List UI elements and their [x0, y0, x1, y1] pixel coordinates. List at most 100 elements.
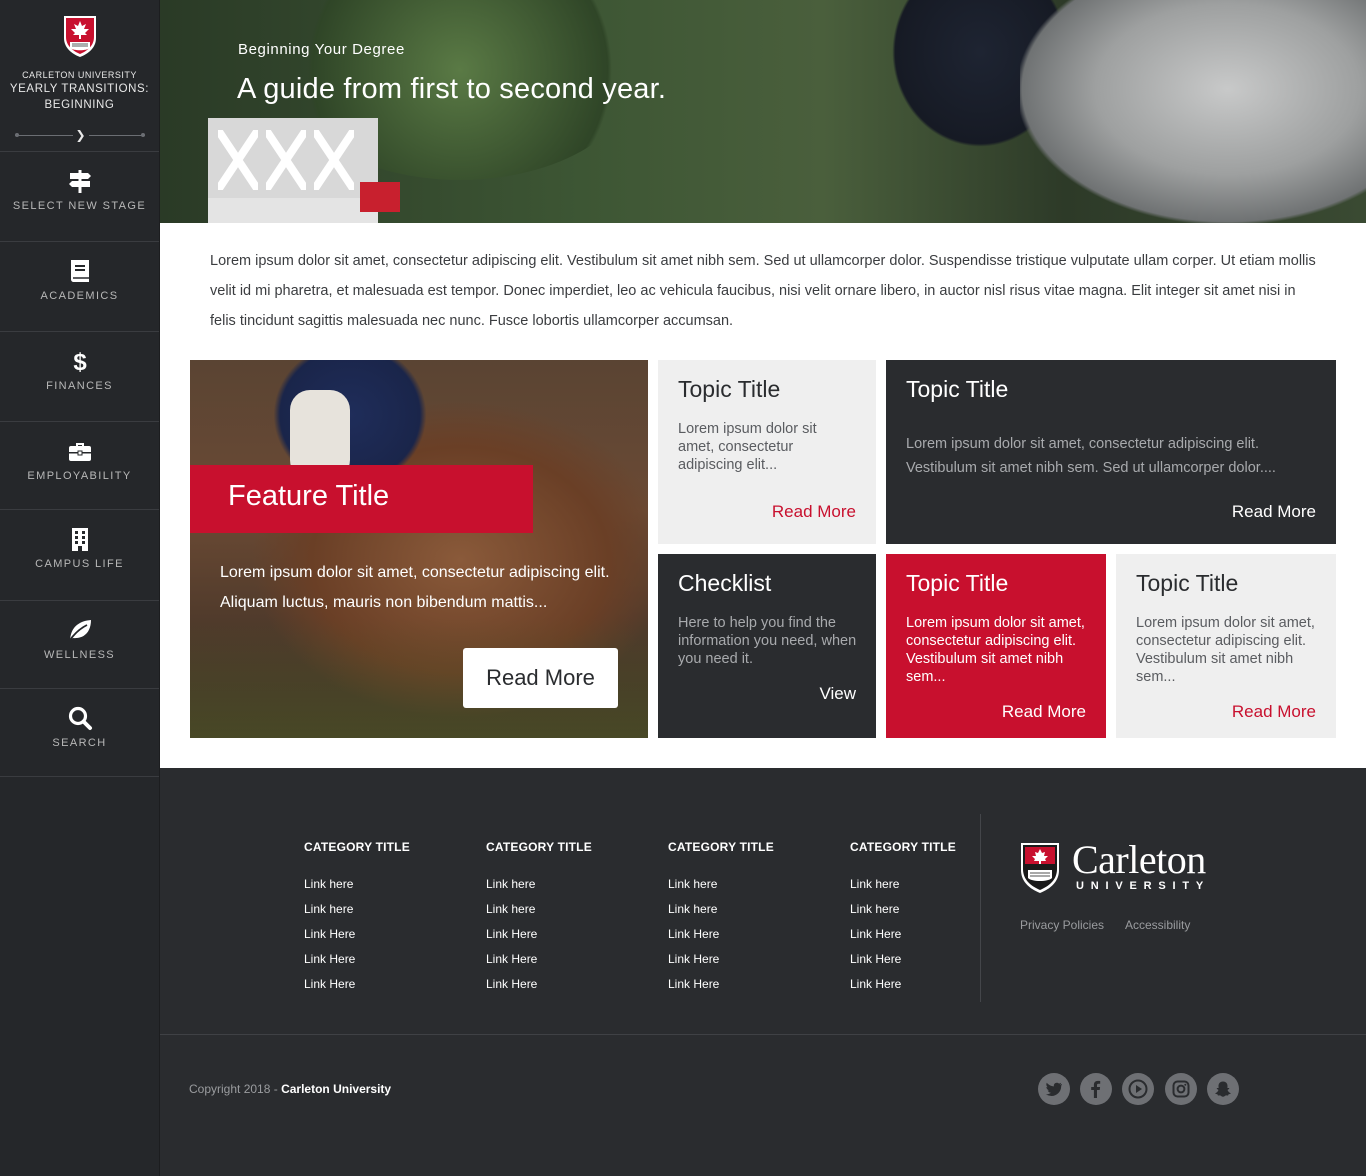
footer-link[interactable]: Link here	[850, 877, 956, 891]
youtube-icon[interactable]	[1122, 1073, 1154, 1105]
footer-link[interactable]: Link Here	[668, 927, 774, 941]
sidebar-item-search[interactable]: SEARCH	[0, 705, 159, 777]
topic-text: Lorem ipsum dolor sit amet, consectetur …	[1136, 615, 1315, 685]
hero-image-fence	[208, 118, 378, 223]
brand-university: CARLETON UNIVERSITY	[22, 70, 137, 80]
view-link[interactable]: View	[819, 684, 856, 704]
footer-link[interactable]: Link here	[304, 877, 410, 891]
sidebar-item-select-new-stage[interactable]: SELECT NEW STAGE	[0, 168, 159, 242]
sidebar-item-label: FINANCES	[46, 380, 113, 392]
sidebar-item-label: CAMPUS LIFE	[35, 558, 124, 570]
footer-link[interactable]: Link Here	[304, 952, 410, 966]
footer-link[interactable]: Link Here	[304, 927, 410, 941]
logo-university: UNIVERSITY	[1076, 880, 1211, 892]
topic-text: Lorem ipsum dolor sit amet, consectetur …	[906, 615, 1085, 685]
hero-subtitle: Beginning Your Degree	[238, 41, 405, 58]
feature-title: Feature Title	[228, 480, 390, 512]
search-icon	[68, 706, 92, 730]
copyright: Copyright 2018 - Carleton University	[189, 1082, 391, 1096]
topic-title: Topic Title	[906, 570, 1009, 596]
building-icon	[71, 528, 88, 551]
snapchat-icon[interactable]	[1207, 1073, 1239, 1105]
footer-link[interactable]: Link Here	[486, 977, 592, 991]
footer-link[interactable]: Link here	[486, 902, 592, 916]
read-more-link[interactable]: Read More	[1232, 502, 1316, 522]
signpost-icon	[68, 170, 91, 193]
sidebar-item-wellness[interactable]: WELLNESS	[0, 617, 159, 689]
footer-link[interactable]: Link Here	[304, 977, 410, 991]
copyright-prefix: Copyright 2018 -	[189, 1082, 282, 1096]
footer-link[interactable]: Link Here	[850, 952, 956, 966]
footer-link[interactable]: Link Here	[486, 927, 592, 941]
sidebar-item-label: WELLNESS	[43, 649, 116, 661]
stage-progress: ❯	[14, 128, 145, 142]
footer-link[interactable]: Link Here	[850, 977, 956, 991]
footer-link[interactable]: Link here	[668, 877, 774, 891]
read-more-link[interactable]: Read More	[1232, 702, 1316, 722]
footer-link[interactable]: Link Here	[850, 927, 956, 941]
brand-title-line2: BEGINNING	[44, 99, 115, 111]
footer-rule	[160, 1034, 1366, 1035]
checklist-title: Checklist	[678, 570, 772, 596]
sidebar: CARLETON UNIVERSITY YEARLY TRANSITIONS: …	[0, 0, 160, 1176]
facebook-icon[interactable]	[1080, 1073, 1112, 1105]
accessibility-link[interactable]: Accessibility	[1125, 918, 1190, 932]
category-title: CATEGORY TITLE	[486, 840, 592, 854]
category-title: CATEGORY TITLE	[304, 840, 410, 854]
footer: CATEGORY TITLE Link here Link here Link …	[160, 768, 1366, 1176]
privacy-policies-link[interactable]: Privacy Policies	[1020, 918, 1104, 932]
topic-text: Lorem ipsum dolor sit amet, consectetur …	[906, 436, 1276, 476]
book-icon	[70, 260, 89, 282]
sidebar-item-campus-life[interactable]: CAMPUS LIFE	[0, 526, 159, 601]
read-more-link[interactable]: Read More	[1002, 702, 1086, 722]
logo-name: Carleton	[1072, 837, 1206, 882]
footer-link[interactable]: Link here	[486, 877, 592, 891]
checklist-text: Here to help you find the information yo…	[678, 615, 857, 667]
footer-link[interactable]: Link Here	[486, 952, 592, 966]
sidebar-item-academics[interactable]: ACADEMICS	[0, 258, 159, 332]
topic-card[interactable]: Topic Title Lorem ipsum dolor sit amet, …	[886, 360, 1336, 544]
sidebar-item-employability[interactable]: EMPLOYABILITY	[0, 438, 159, 510]
sidebar-item-label: ACADEMICS	[40, 290, 119, 302]
chevron-right-icon: ❯	[72, 128, 89, 142]
footer-column: CATEGORY TITLE Link here Link here Link …	[304, 840, 410, 991]
footer-link[interactable]: Link here	[304, 902, 410, 916]
checklist-card[interactable]: Checklist Here to help you find the info…	[658, 554, 876, 738]
read-more-link[interactable]: Read More	[772, 502, 856, 522]
topic-title: Topic Title	[906, 376, 1009, 402]
feature-text: Lorem ipsum dolor sit amet, consectetur …	[220, 564, 610, 611]
topic-card[interactable]: Topic Title Lorem ipsum dolor sit amet, …	[658, 360, 876, 544]
topic-title: Topic Title	[1136, 570, 1239, 596]
intro-paragraph: Lorem ipsum dolor sit amet, consectetur …	[210, 253, 1316, 329]
sidebar-brand[interactable]: CARLETON UNIVERSITY YEARLY TRANSITIONS: …	[0, 0, 159, 152]
topic-card[interactable]: Topic Title Lorem ipsum dolor sit amet, …	[1116, 554, 1336, 738]
footer-column: CATEGORY TITLE Link here Link here Link …	[668, 840, 774, 991]
topic-card[interactable]: Topic Title Lorem ipsum dolor sit amet, …	[886, 554, 1106, 738]
briefcase-icon	[68, 443, 91, 461]
footer-link[interactable]: Link Here	[668, 952, 774, 966]
footer-link[interactable]: Link here	[850, 902, 956, 916]
instagram-icon[interactable]	[1165, 1073, 1197, 1105]
feature-read-more-button[interactable]: Read More	[463, 648, 618, 708]
footer-link[interactable]: Link here	[668, 902, 774, 916]
topic-title: Topic Title	[678, 376, 781, 402]
hero-title: A guide from first to second year.	[237, 73, 667, 105]
dollar-icon: $	[73, 349, 87, 374]
twitter-icon[interactable]	[1038, 1073, 1070, 1105]
category-title: CATEGORY TITLE	[668, 840, 774, 854]
carleton-crest-icon	[63, 16, 96, 57]
footer-column: CATEGORY TITLE Link here Link here Link …	[486, 840, 592, 991]
sidebar-item-finances[interactable]: $ FINANCES	[0, 348, 159, 422]
hero-image-horse	[1020, 0, 1366, 223]
sidebar-item-label: EMPLOYABILITY	[27, 470, 132, 482]
topic-text: Lorem ipsum dolor sit amet, consectetur …	[678, 421, 817, 473]
footer-link[interactable]: Link Here	[668, 977, 774, 991]
feature-card: Feature Title Lorem ipsum dolor sit amet…	[190, 360, 648, 738]
carleton-crest-icon	[1021, 843, 1059, 893]
footer-column: CATEGORY TITLE Link here Link here Link …	[850, 840, 956, 991]
brand-title-line1: YEARLY TRANSITIONS:	[9, 83, 150, 95]
footer-divider	[980, 814, 981, 1002]
carleton-logo[interactable]: Carleton UNIVERSITY	[1020, 837, 1220, 894]
leaf-icon	[68, 620, 91, 641]
hero-banner: Beginning Your Degree A guide from first…	[160, 0, 1366, 223]
